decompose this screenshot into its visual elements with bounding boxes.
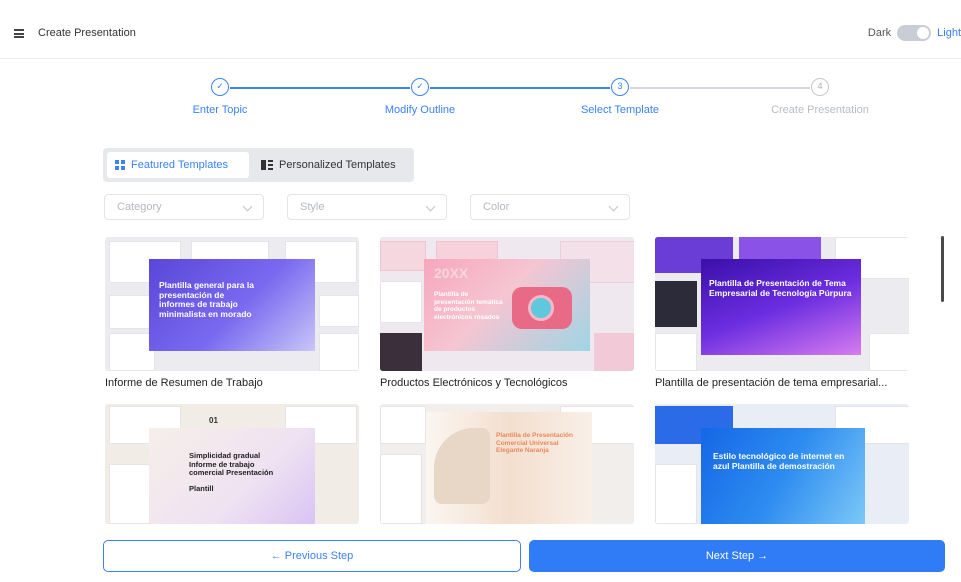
template-title: Productos Electrónicos y Tecnológicos (380, 377, 568, 389)
mini-slide (436, 241, 498, 261)
grid-icon (115, 160, 125, 170)
step-create-presentation[interactable]: 4 Create Presentation (720, 78, 920, 116)
tab-label: Featured Templates (131, 159, 229, 171)
mini-slide (869, 333, 909, 371)
template-card[interactable]: Plantilla general para la presentación d… (105, 237, 359, 389)
cover-title: Estilo tecnológico de internet en azul P… (713, 451, 845, 471)
tab-personalized-templates[interactable]: Personalized Templates (253, 152, 411, 178)
theme-dark-label: Dark (867, 27, 892, 39)
step-modify-outline[interactable]: ✓ Modify Outline (320, 78, 520, 116)
template-card[interactable]: 01 Simplicidad gradual Informe de trabaj… (105, 404, 359, 524)
layout-icon (261, 160, 273, 170)
step-label: Select Template (580, 104, 660, 116)
camera-graphic (512, 287, 572, 329)
check-icon: ✓ (211, 78, 229, 96)
color-placeholder: Color (483, 201, 510, 213)
mini-slide (380, 281, 422, 323)
previous-step-button[interactable]: ← Previous Step (103, 540, 521, 572)
scrollbar[interactable] (941, 236, 944, 302)
template-thumbnail[interactable]: 01 Simplicidad gradual Informe de trabaj… (105, 404, 359, 524)
step-select-template[interactable]: 3 Select Template (520, 78, 720, 116)
mini-slide (380, 241, 426, 271)
template-cover: Estilo tecnológico de internet en azul P… (701, 428, 865, 524)
page-title: Create Presentation (38, 27, 136, 39)
top-bar: Create Presentation Dark Light (0, 10, 961, 59)
step-label: Enter Topic (192, 104, 248, 116)
mini-slide (109, 464, 151, 524)
template-thumbnail[interactable]: Plantilla de Presentación de Tema Empres… (655, 237, 909, 371)
style-placeholder: Style (300, 201, 325, 213)
template-cover: Plantilla de Presentación Comercial Univ… (426, 412, 592, 524)
color-select[interactable]: Color (470, 194, 630, 220)
template-card[interactable]: 20XX Plantilla de presentación temática … (380, 237, 634, 389)
chevron-down-icon (242, 201, 253, 212)
template-cover: Plantilla general para la presentación d… (149, 259, 315, 351)
mini-slide (655, 281, 697, 327)
cover-title: Simplicidad gradual Informe de trabajo c… (189, 451, 274, 477)
template-card[interactable]: Plantilla de Presentación Comercial Univ… (380, 404, 634, 524)
template-thumbnail[interactable]: Estilo tecnológico de internet en azul P… (655, 404, 909, 524)
style-select[interactable]: Style (287, 194, 447, 220)
cover-badge: 20XX (434, 265, 469, 281)
progress-stepper: ✓ Enter Topic ✓ Modify Outline 3 Select … (120, 78, 920, 128)
template-thumbnail[interactable]: Plantilla de Presentación Comercial Univ… (380, 404, 634, 524)
chevron-down-icon (425, 201, 436, 212)
template-thumbnail[interactable]: 20XX Plantilla de presentación temática … (380, 237, 634, 371)
step-label: Create Presentation (771, 104, 869, 116)
mini-slide (739, 237, 821, 259)
toggle-knob (917, 27, 930, 39)
template-card[interactable]: Plantilla de Presentación de Tema Empres… (655, 237, 909, 389)
step-number: 3 (611, 78, 629, 96)
mini-slide (380, 454, 422, 524)
next-step-button[interactable]: Next Step → (529, 540, 945, 572)
cover-title: Plantilla general para la presentación d… (159, 280, 254, 319)
mini-slide (655, 464, 697, 524)
cover-title: Plantilla de presentación temática de pr… (434, 291, 503, 321)
cover-title: Plantilla de Presentación Comercial Univ… (496, 432, 573, 454)
template-cover: 01 Simplicidad gradual Informe de trabaj… (149, 416, 315, 524)
mini-slide (655, 333, 697, 371)
category-placeholder: Category (117, 201, 162, 213)
menu-icon[interactable] (14, 29, 24, 38)
tab-featured-templates[interactable]: Featured Templates (107, 152, 249, 178)
mini-slide (319, 295, 359, 327)
template-cover: 20XX Plantilla de presentación temática … (424, 259, 590, 351)
template-cover: Plantilla de Presentación de Tema Empres… (701, 259, 861, 355)
chevron-down-icon (608, 201, 619, 212)
step-label: Modify Outline (384, 104, 456, 116)
template-title: Plantilla de presentación de tema empres… (655, 377, 888, 389)
cover-number: 01 (209, 416, 218, 425)
cover-title: Plantilla de Presentación de Tema Empres… (709, 278, 852, 298)
mini-slide (319, 333, 359, 371)
theme-switch: Dark Light (868, 25, 961, 41)
create-presentation-window: Create Presentation Dark Light ✓ Enter T… (0, 0, 961, 582)
mini-slide (380, 333, 422, 371)
step-enter-topic[interactable]: ✓ Enter Topic (120, 78, 320, 116)
mini-slide (594, 333, 634, 371)
cover-graphic (434, 428, 490, 504)
theme-toggle[interactable] (897, 25, 932, 41)
theme-light-label: Light (937, 27, 961, 39)
template-tabs: Featured Templates Personalized Template… (103, 148, 414, 182)
check-icon: ✓ (411, 78, 429, 96)
template-title: Informe de Resumen de Trabajo (105, 377, 263, 389)
cover-subtitle: Plantill (189, 484, 214, 493)
tab-label: Personalized Templates (279, 159, 396, 171)
category-select[interactable]: Category (104, 194, 264, 220)
template-card[interactable]: Estilo tecnológico de internet en azul P… (655, 404, 909, 524)
step-number: 4 (811, 78, 829, 96)
mini-slide (380, 406, 426, 444)
template-thumbnail[interactable]: Plantilla general para la presentación d… (105, 237, 359, 371)
